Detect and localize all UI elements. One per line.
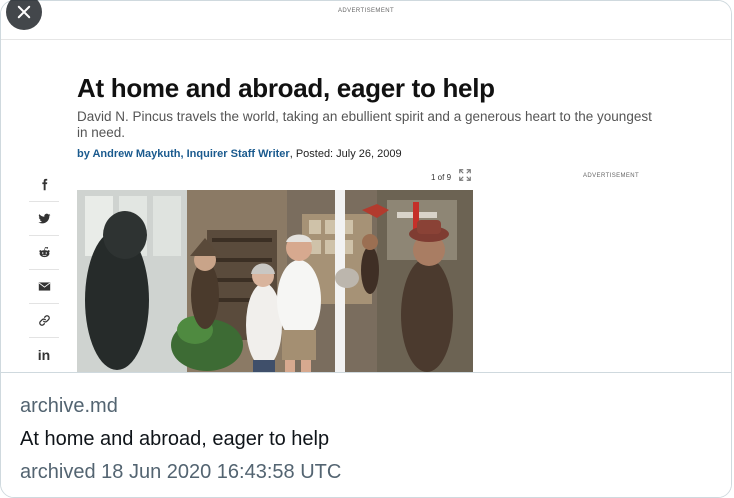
preview-screenshot[interactable]: ADVERTISEMENT At home and abroad, eager … xyxy=(1,1,731,372)
posted-date: , Posted: July 26, 2009 xyxy=(289,148,402,160)
article-headline: At home and abroad, eager to help xyxy=(77,73,495,103)
side-advertisement-label: ADVERTISEMENT xyxy=(583,173,640,179)
article-photo[interactable] xyxy=(77,190,473,372)
article-byline: by Andrew Maykuth, Inquirer Staff Writer… xyxy=(77,148,402,160)
twitter-icon xyxy=(37,213,50,224)
share-email-button[interactable] xyxy=(29,270,59,304)
archived-timestamp: archived 18 Jun 2020 16:43:58 UTC xyxy=(20,461,342,483)
social-share-bar: in xyxy=(29,168,59,371)
link-domain: archive.md xyxy=(20,395,118,417)
facebook-icon xyxy=(41,178,47,191)
photo-illustration xyxy=(77,190,473,372)
link-preview-card[interactable]: ADVERTISEMENT At home and abroad, eager … xyxy=(0,0,732,498)
share-twitter-button[interactable] xyxy=(29,202,59,236)
divider xyxy=(1,39,731,40)
linkedin-icon: in xyxy=(37,346,51,363)
gallery-counter: 1 of 9 xyxy=(431,173,452,182)
link-icon xyxy=(38,315,50,326)
share-facebook-button[interactable] xyxy=(29,168,59,202)
link-card-meta[interactable]: archive.md At home and abroad, eager to … xyxy=(1,372,731,497)
author-link[interactable]: by Andrew Maykuth, Inquirer Staff Writer xyxy=(77,148,290,160)
reddit-icon xyxy=(38,246,50,258)
expand-icon[interactable] xyxy=(458,168,472,182)
top-advertisement-label: ADVERTISEMENT xyxy=(337,8,395,14)
share-reddit-button[interactable] xyxy=(29,236,59,270)
close-icon xyxy=(17,5,31,19)
share-linkedin-button[interactable]: in xyxy=(29,338,59,371)
link-title[interactable]: At home and abroad, eager to help xyxy=(20,428,329,451)
copy-link-button[interactable] xyxy=(29,304,59,338)
article-subhead: David N. Pincus travels the world, takin… xyxy=(77,109,652,140)
email-icon xyxy=(38,282,50,291)
